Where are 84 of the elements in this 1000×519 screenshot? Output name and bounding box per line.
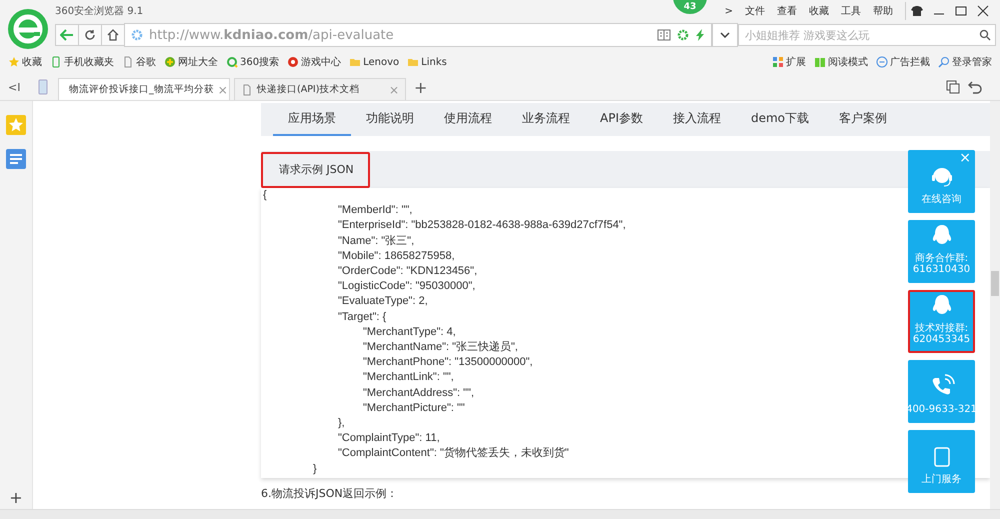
nav-tab[interactable]: 接入流程	[658, 103, 736, 136]
section-title: 请求示例 JSON	[261, 152, 370, 188]
new-tab-button[interactable]: +	[414, 78, 428, 96]
code-line: "Name": "张三",	[338, 234, 414, 247]
undo-icon[interactable]	[968, 80, 982, 94]
star-icon	[8, 56, 20, 68]
search-field[interactable]: 小姐姐推荐 游戏要这么玩	[738, 24, 996, 46]
menu-item[interactable]: >	[724, 6, 733, 16]
folder-icon	[349, 56, 362, 68]
code-line: "Target": {	[338, 310, 386, 323]
browser-logo	[7, 8, 49, 50]
gear-icon	[131, 29, 143, 41]
page-icon	[122, 56, 134, 68]
dropdown-button[interactable]	[712, 23, 738, 47]
menu-item[interactable]: 查看	[777, 4, 797, 18]
sidebar-toggle[interactable]: <I	[8, 80, 38, 94]
bookmark[interactable]: 游戏中心	[287, 55, 342, 69]
menu-item[interactable]: 工具	[841, 4, 861, 18]
code-line: "EvaluateType": 2,	[338, 295, 428, 308]
windows-icon[interactable]	[946, 80, 960, 94]
code-line: },	[338, 417, 345, 430]
caret-icon	[720, 32, 730, 38]
code-line: "ComplaintType": 11,	[338, 432, 440, 444]
search-icon[interactable]	[979, 29, 991, 41]
toolbar-item[interactable]: 扩展	[772, 55, 806, 69]
code-line: "LogisticCode": "95030000",	[338, 280, 476, 292]
nav-tab[interactable]: API参数	[585, 103, 658, 136]
window-title: 360安全浏览器 9.1	[55, 4, 144, 18]
code-line: {	[263, 189, 267, 201]
code-line: "MemberId": "",	[338, 204, 412, 216]
page-icon	[241, 84, 253, 96]
code-line: "OrderCode": "KDN123456",	[338, 265, 478, 278]
home-button[interactable]	[101, 24, 125, 46]
toolbar-item[interactable]: 阅读模式	[814, 55, 868, 69]
reader-icon[interactable]	[657, 29, 671, 41]
toolbar-item[interactable]: 登录管家	[938, 55, 992, 69]
ring-icon	[226, 56, 238, 68]
folder-icon	[407, 56, 420, 68]
lightning-icon[interactable]	[695, 29, 705, 41]
bookmark[interactable]: Lenovo	[349, 56, 400, 68]
bookmark[interactable]: 谷歌	[122, 55, 156, 69]
list-icon[interactable]	[6, 149, 26, 169]
nav-tab[interactable]: 功能说明	[351, 103, 429, 136]
code-line: "Mobile": 18658275958,	[338, 250, 455, 262]
code-line: "MerchantType": 4,	[363, 326, 456, 338]
add-button[interactable]: +	[9, 488, 23, 507]
magnifier-icon	[938, 56, 950, 68]
nav-tab[interactable]: demo下载	[736, 103, 824, 136]
book-icon	[814, 56, 826, 68]
code-line: "MerchantName": "张三快递员",	[363, 341, 518, 354]
menu-item[interactable]: 帮助	[873, 4, 893, 18]
scrollbar[interactable]	[990, 101, 1000, 509]
code-line: "ComplaintContent": "货物代签丢失，未收到货"	[338, 447, 569, 460]
code-line: "MerchantPhone": "13500000000",	[363, 356, 533, 368]
code-line: "MerchantLink": "",	[363, 371, 454, 384]
bookmark[interactable]: 收藏	[8, 55, 42, 69]
nav-tab[interactable]: 业务流程	[507, 103, 585, 136]
browser-tab[interactable]: 快递接口(API)技术文档 ×	[234, 78, 406, 100]
nav-tab[interactable]: 客户案例	[824, 103, 902, 136]
menu-item[interactable]: 收藏	[809, 4, 829, 18]
bookmark[interactable]: 360搜索	[226, 55, 280, 69]
code-line: }	[313, 462, 317, 475]
bookmark[interactable]: 手机收藏夹	[50, 55, 114, 69]
apps-icon	[772, 56, 784, 68]
globe-icon	[164, 56, 176, 68]
browser-tab[interactable]: 物流评价投诉接口_物流平均分获 ×	[58, 78, 230, 100]
code-line: "MerchantAddress": "",	[363, 386, 474, 399]
menu-item[interactable]: 文件	[745, 4, 765, 18]
home-icon	[107, 29, 119, 41]
reload-button[interactable]	[78, 24, 102, 46]
section-heading: 6.物流投诉JSON返回示例：	[261, 486, 399, 501]
bookmark[interactable]: Links	[407, 56, 447, 68]
game-icon	[287, 56, 300, 68]
ring-icon[interactable]	[677, 29, 689, 41]
code-line: "EnterpriseId": "bb253828-0182-4638-988a-639d27cf7f54",	[338, 219, 626, 232]
back-icon	[60, 29, 74, 41]
nav-tab[interactable]: 使用流程	[429, 103, 507, 136]
block-icon	[876, 56, 888, 68]
toolbar-item[interactable]: 广告拦截	[876, 55, 930, 69]
phone-icon	[50, 56, 62, 68]
code-line: "MerchantPicture": ""	[363, 402, 465, 414]
bookmark[interactable]: 网址大全	[164, 55, 218, 69]
nav-tab[interactable]: 应用场景	[273, 103, 351, 136]
reload-icon	[84, 29, 96, 41]
